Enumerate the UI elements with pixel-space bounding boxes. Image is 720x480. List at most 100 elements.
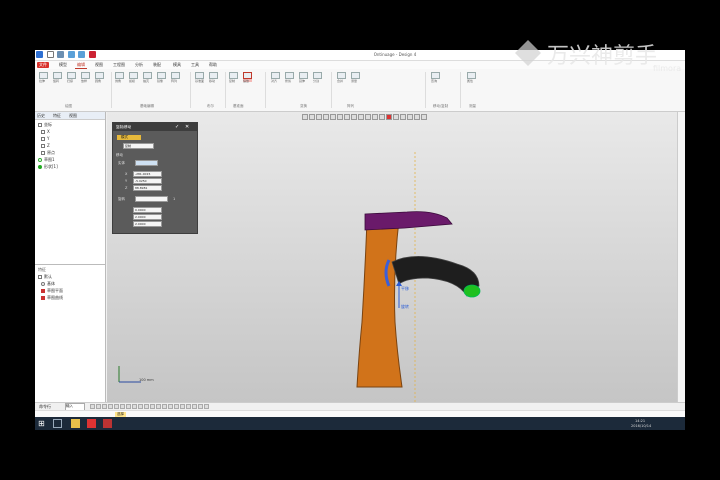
tool-icon[interactable] [90, 404, 95, 409]
ribbon-button-plane[interactable]: 基准面 [195, 72, 204, 83]
save-icon[interactable] [88, 51, 96, 58]
ribbon-button-chamfer[interactable]: 倒角 [115, 72, 124, 83]
right-side-rail[interactable] [677, 112, 685, 402]
tree-item[interactable]: 草图平面 [41, 288, 63, 294]
task-view-icon[interactable] [53, 419, 62, 428]
tool-icon[interactable] [102, 404, 107, 409]
explorer-icon[interactable] [71, 419, 80, 428]
ribbon-button-properties[interactable]: 属性 [467, 72, 476, 83]
tree-item[interactable]: 草图1 [38, 157, 55, 163]
ribbon-button-extrude[interactable]: 拉伸 [39, 72, 48, 83]
tab-history[interactable]: 历史 [37, 113, 45, 119]
select-icon[interactable] [302, 114, 308, 120]
tool-icon[interactable] [168, 404, 173, 409]
tab-analysis[interactable]: 分析 [133, 62, 145, 68]
tab-help[interactable]: 帮助 [207, 62, 219, 68]
panel-divider[interactable] [35, 264, 105, 265]
tree-item[interactable]: 坐标 [38, 122, 52, 128]
tool-icon[interactable] [156, 404, 161, 409]
tab-edit[interactable]: 编辑 [75, 62, 87, 69]
view-top-icon[interactable] [344, 114, 350, 120]
ribbon-button-sweep[interactable]: 扫掠 [67, 72, 76, 83]
grid-icon[interactable] [393, 114, 399, 120]
ribbon-button-scale-active[interactable]: 缩放 [243, 72, 252, 83]
display-icon[interactable] [414, 114, 420, 120]
rotation-axis-field[interactable] [135, 196, 168, 202]
tool-icon[interactable] [162, 404, 167, 409]
view-right-icon[interactable] [351, 114, 357, 120]
tree-item[interactable]: X [41, 129, 50, 134]
view-front-icon[interactable] [337, 114, 343, 120]
snap-icon[interactable] [400, 114, 406, 120]
ribbon-button-trim[interactable]: 修剪 [285, 72, 294, 83]
shade-icon[interactable] [365, 114, 371, 120]
tool-icon[interactable] [108, 404, 113, 409]
tree-item[interactable]: 默认 [38, 274, 52, 280]
tool-icon[interactable] [126, 404, 131, 409]
confirm-icon[interactable]: ✓ [175, 124, 181, 130]
tool-icon[interactable] [174, 404, 179, 409]
tool-icon[interactable] [186, 404, 191, 409]
redo-icon[interactable] [78, 51, 86, 58]
entity-field[interactable] [135, 160, 158, 166]
tab-model[interactable]: 模型 [57, 62, 69, 68]
tool-icon[interactable] [114, 404, 119, 409]
x-field[interactable]: -281.0015 [133, 171, 162, 177]
undo-icon[interactable] [67, 51, 75, 58]
recorder-taskbar-icon[interactable] [103, 419, 112, 428]
mode-select[interactable]: 复制 [123, 143, 154, 149]
ribbon-button-measure[interactable]: 测量 [351, 72, 360, 83]
close-icon[interactable]: ✕ [185, 124, 191, 130]
ribbon-button-query[interactable]: 查询 [431, 72, 440, 83]
tab-features[interactable]: 特征 [53, 113, 61, 119]
tool-icon[interactable] [192, 404, 197, 409]
tree-item[interactable]: 草图曲线 [41, 295, 63, 301]
new-file-icon[interactable] [46, 51, 54, 58]
highlight-icon[interactable] [386, 114, 392, 120]
tree-item[interactable]: 原点 [41, 150, 55, 156]
rot-y-field[interactable]: 2.0000 [133, 214, 162, 220]
layers-icon[interactable] [421, 114, 427, 120]
tool-icon[interactable] [144, 404, 149, 409]
app-logo-icon[interactable] [36, 51, 43, 58]
settings-icon[interactable] [407, 114, 413, 120]
fit-icon[interactable] [330, 114, 336, 120]
wireframe-icon[interactable] [372, 114, 378, 120]
ribbon-button-pattern[interactable]: 阵列 [171, 72, 180, 83]
rotate-view-icon[interactable] [309, 114, 315, 120]
tool-icon[interactable] [120, 404, 125, 409]
tree-item[interactable]: 基体 [41, 281, 55, 287]
tool-icon[interactable] [138, 404, 143, 409]
ribbon-button-split[interactable]: 分割 [313, 72, 322, 83]
ribbon-button-copy[interactable]: 复制 [229, 72, 238, 83]
ribbon-button-merge[interactable]: 合并 [337, 72, 346, 83]
tab-tools[interactable]: 工具 [189, 62, 201, 68]
tab-views[interactable]: 视图 [69, 113, 77, 119]
ribbon-button-revolve[interactable]: 旋转 [53, 72, 62, 83]
tree-item[interactable]: 形状[1] [38, 164, 58, 170]
tab-assembly[interactable]: 装配 [151, 62, 163, 68]
tool-icon[interactable] [132, 404, 137, 409]
ribbon-button-move[interactable]: 移动 [209, 72, 218, 83]
tab-mold[interactable]: 模具 [171, 62, 183, 68]
tool-icon[interactable] [96, 404, 101, 409]
zoom-icon[interactable] [323, 114, 329, 120]
app-taskbar-icon[interactable] [87, 419, 96, 428]
rot-x-field[interactable]: 0.0000 [133, 207, 162, 213]
tab-drawing[interactable]: 工程图 [111, 62, 127, 68]
ribbon-button-draft[interactable]: 拔模 [129, 72, 138, 83]
tool-icon[interactable] [198, 404, 203, 409]
tool-icon[interactable] [204, 404, 209, 409]
tree-item[interactable]: Y [41, 136, 49, 141]
ribbon-button-loft[interactable]: 放样 [81, 72, 90, 83]
tab-file[interactable]: 文件 [37, 62, 49, 68]
ribbon-button-extend[interactable]: 延伸 [299, 72, 308, 83]
tree-item[interactable]: Z [41, 143, 50, 148]
tool-icon[interactable] [150, 404, 155, 409]
faucet-handle[interactable] [364, 211, 453, 231]
ribbon-button-mirror[interactable]: 镜像 [157, 72, 166, 83]
rot-z-field[interactable]: 2.0000 [133, 221, 162, 227]
z-field[interactable]: 88.8981 [133, 185, 162, 191]
faucet-body[interactable] [356, 219, 403, 388]
section-icon[interactable] [379, 114, 385, 120]
